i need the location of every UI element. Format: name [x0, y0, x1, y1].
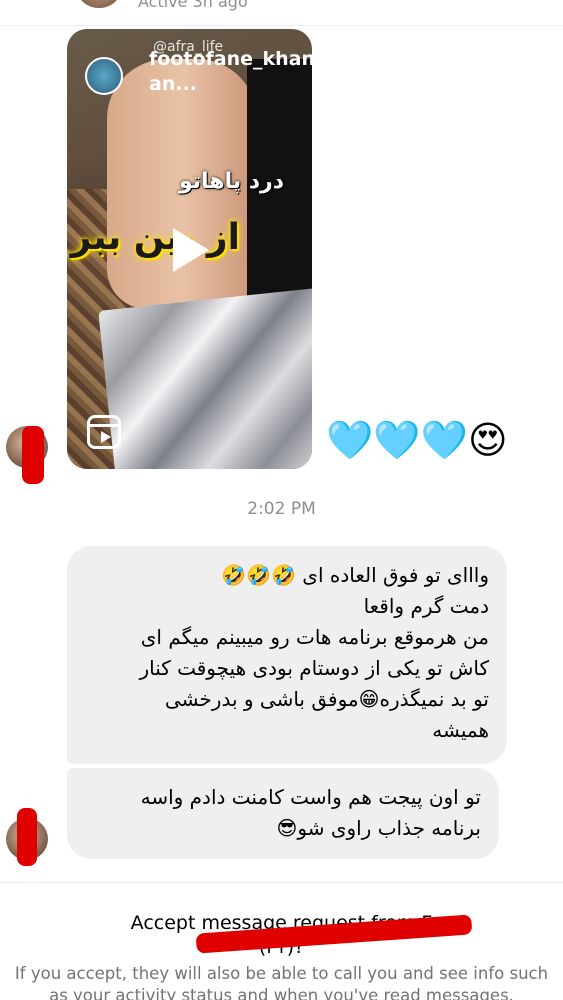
message-line: من هرموقع برنامه هات رو میبینم میگم ای [140, 625, 489, 649]
message-bubble[interactable]: وااای تو فوق العاده ای 🤣🤣🤣 دمت گرم واقعا… [67, 546, 507, 764]
reel-thumbnail-foil [98, 287, 312, 469]
message-bubble[interactable]: تو اون پیجت هم واست کامنت دادم واسه برنا… [67, 768, 499, 859]
redaction-mark [17, 808, 37, 866]
header-avatar[interactable] [78, 0, 120, 8]
message-line: وااای تو فوق العاده ای 🤣🤣🤣 [221, 563, 489, 587]
message-timestamp: 2:02 PM [247, 499, 316, 519]
message-line: دمت گرم واقعا [363, 594, 489, 618]
reel-author-username[interactable]: footofane_khanedari an... [149, 47, 312, 97]
reel-author-avatar[interactable] [85, 57, 123, 95]
redaction-mark [22, 426, 44, 484]
reaction-emojis[interactable]: 🩵🩵🩵😍 [326, 418, 508, 462]
play-icon[interactable] [173, 228, 209, 272]
message-line: تو بد نمیگذره😁موفق باشی و بدرخشی [164, 687, 489, 711]
message-line: تو اون پیجت هم واست کامنت دادم واسه [140, 785, 481, 809]
message-line: کاش تو یکی از دوستام بودی هیچوقت کنار [139, 656, 489, 680]
shared-reel-card[interactable]: @afra_life footofane_khanedari an... درد… [67, 29, 312, 469]
message-line: همیشه [432, 718, 489, 742]
request-body: If you accept, they will also be able to… [14, 964, 549, 1000]
conversation-header: Active 3h ago [0, 0, 563, 26]
message-line: برنامه جذاب راوی شو😎 [276, 816, 481, 840]
reel-caption-line1: درد پاهاتو [179, 169, 284, 194]
reels-icon [87, 415, 121, 449]
active-status: Active 3h ago [138, 0, 248, 11]
divider [0, 882, 563, 883]
reel-caption-line2: از بین ببر [70, 217, 240, 258]
